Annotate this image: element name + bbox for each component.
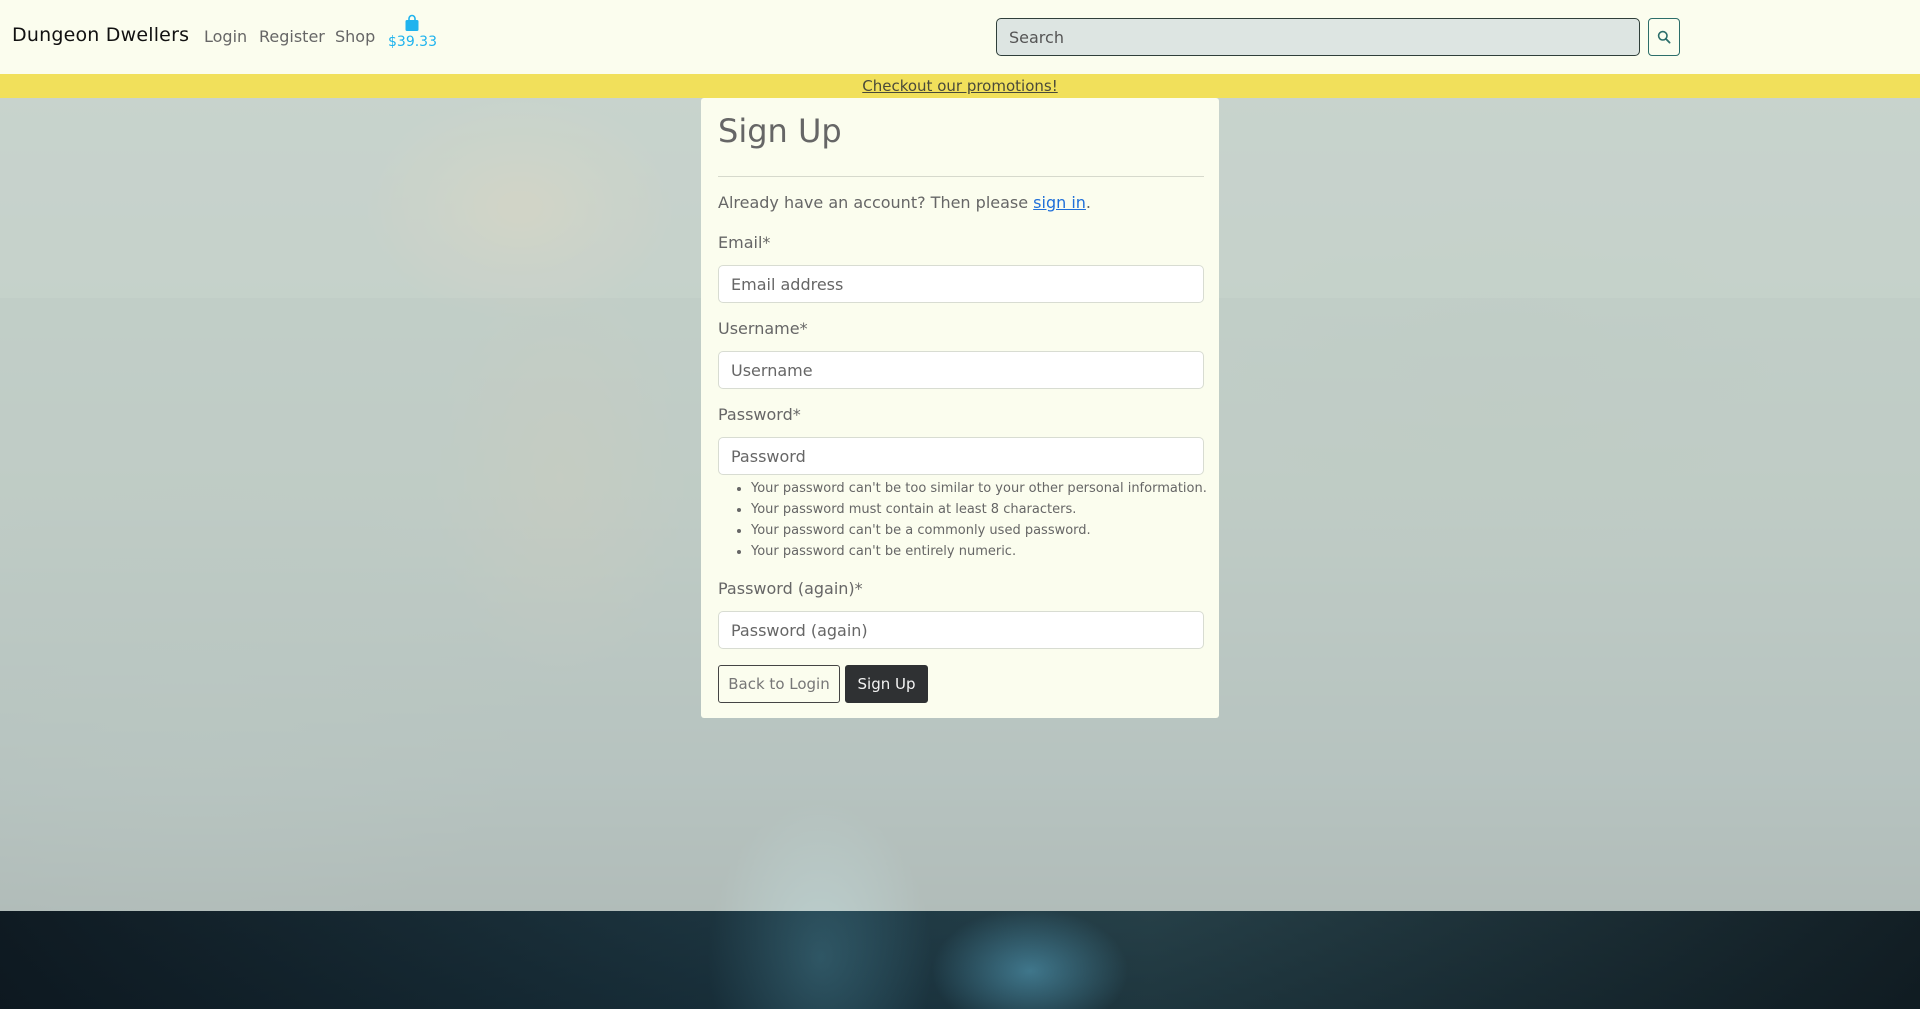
signin-prompt-text: Already have an account? Then please xyxy=(718,193,1034,212)
cart-link[interactable]: $39.33 xyxy=(388,14,437,50)
search-icon xyxy=(1657,30,1671,44)
email-label: Email* xyxy=(718,233,771,252)
password-field[interactable] xyxy=(718,437,1204,475)
password-help-item: Your password can't be too similar to yo… xyxy=(751,478,1207,499)
sign-up-button[interactable]: Sign Up xyxy=(845,665,928,703)
signin-prompt-suffix: . xyxy=(1085,193,1092,212)
shopping-bag-icon xyxy=(405,14,419,31)
password-help-list: Your password can't be too similar to yo… xyxy=(751,478,1207,562)
signin-prompt: Already have an account? Then please sig… xyxy=(718,193,1091,212)
signup-card: Sign Up Already have an account? Then pl… xyxy=(701,98,1219,718)
password-again-field[interactable] xyxy=(718,611,1204,649)
search-input[interactable] xyxy=(996,18,1640,56)
top-navbar: Dungeon Dwellers Login Register Shop $39… xyxy=(0,0,1920,74)
brand-link[interactable]: Dungeon Dwellers xyxy=(12,24,189,46)
nav-register-link[interactable]: Register xyxy=(259,27,325,46)
username-field[interactable] xyxy=(718,351,1204,389)
cart-total: $39.33 xyxy=(388,34,437,50)
password-label: Password* xyxy=(718,405,801,424)
nav-shop-link[interactable]: Shop xyxy=(335,27,375,46)
search-button[interactable] xyxy=(1648,18,1680,56)
promotions-link[interactable]: Checkout our promotions! xyxy=(862,77,1057,95)
password-help-item: Your password must contain at least 8 ch… xyxy=(751,499,1207,520)
nav-login-link[interactable]: Login xyxy=(204,27,247,46)
password-help-item: Your password can't be entirely numeric. xyxy=(751,541,1207,562)
title-divider xyxy=(718,176,1204,177)
footer-highlight xyxy=(880,911,1180,1009)
password-again-label: Password (again)* xyxy=(718,579,863,598)
back-to-login-button[interactable]: Back to Login xyxy=(718,665,840,703)
password-help-item: Your password can't be a commonly used p… xyxy=(751,520,1207,541)
signin-link[interactable]: sign in xyxy=(1033,193,1086,212)
page-title: Sign Up xyxy=(718,112,842,150)
username-label: Username* xyxy=(718,319,808,338)
email-field[interactable] xyxy=(718,265,1204,303)
promo-banner: Checkout our promotions! xyxy=(0,74,1920,98)
